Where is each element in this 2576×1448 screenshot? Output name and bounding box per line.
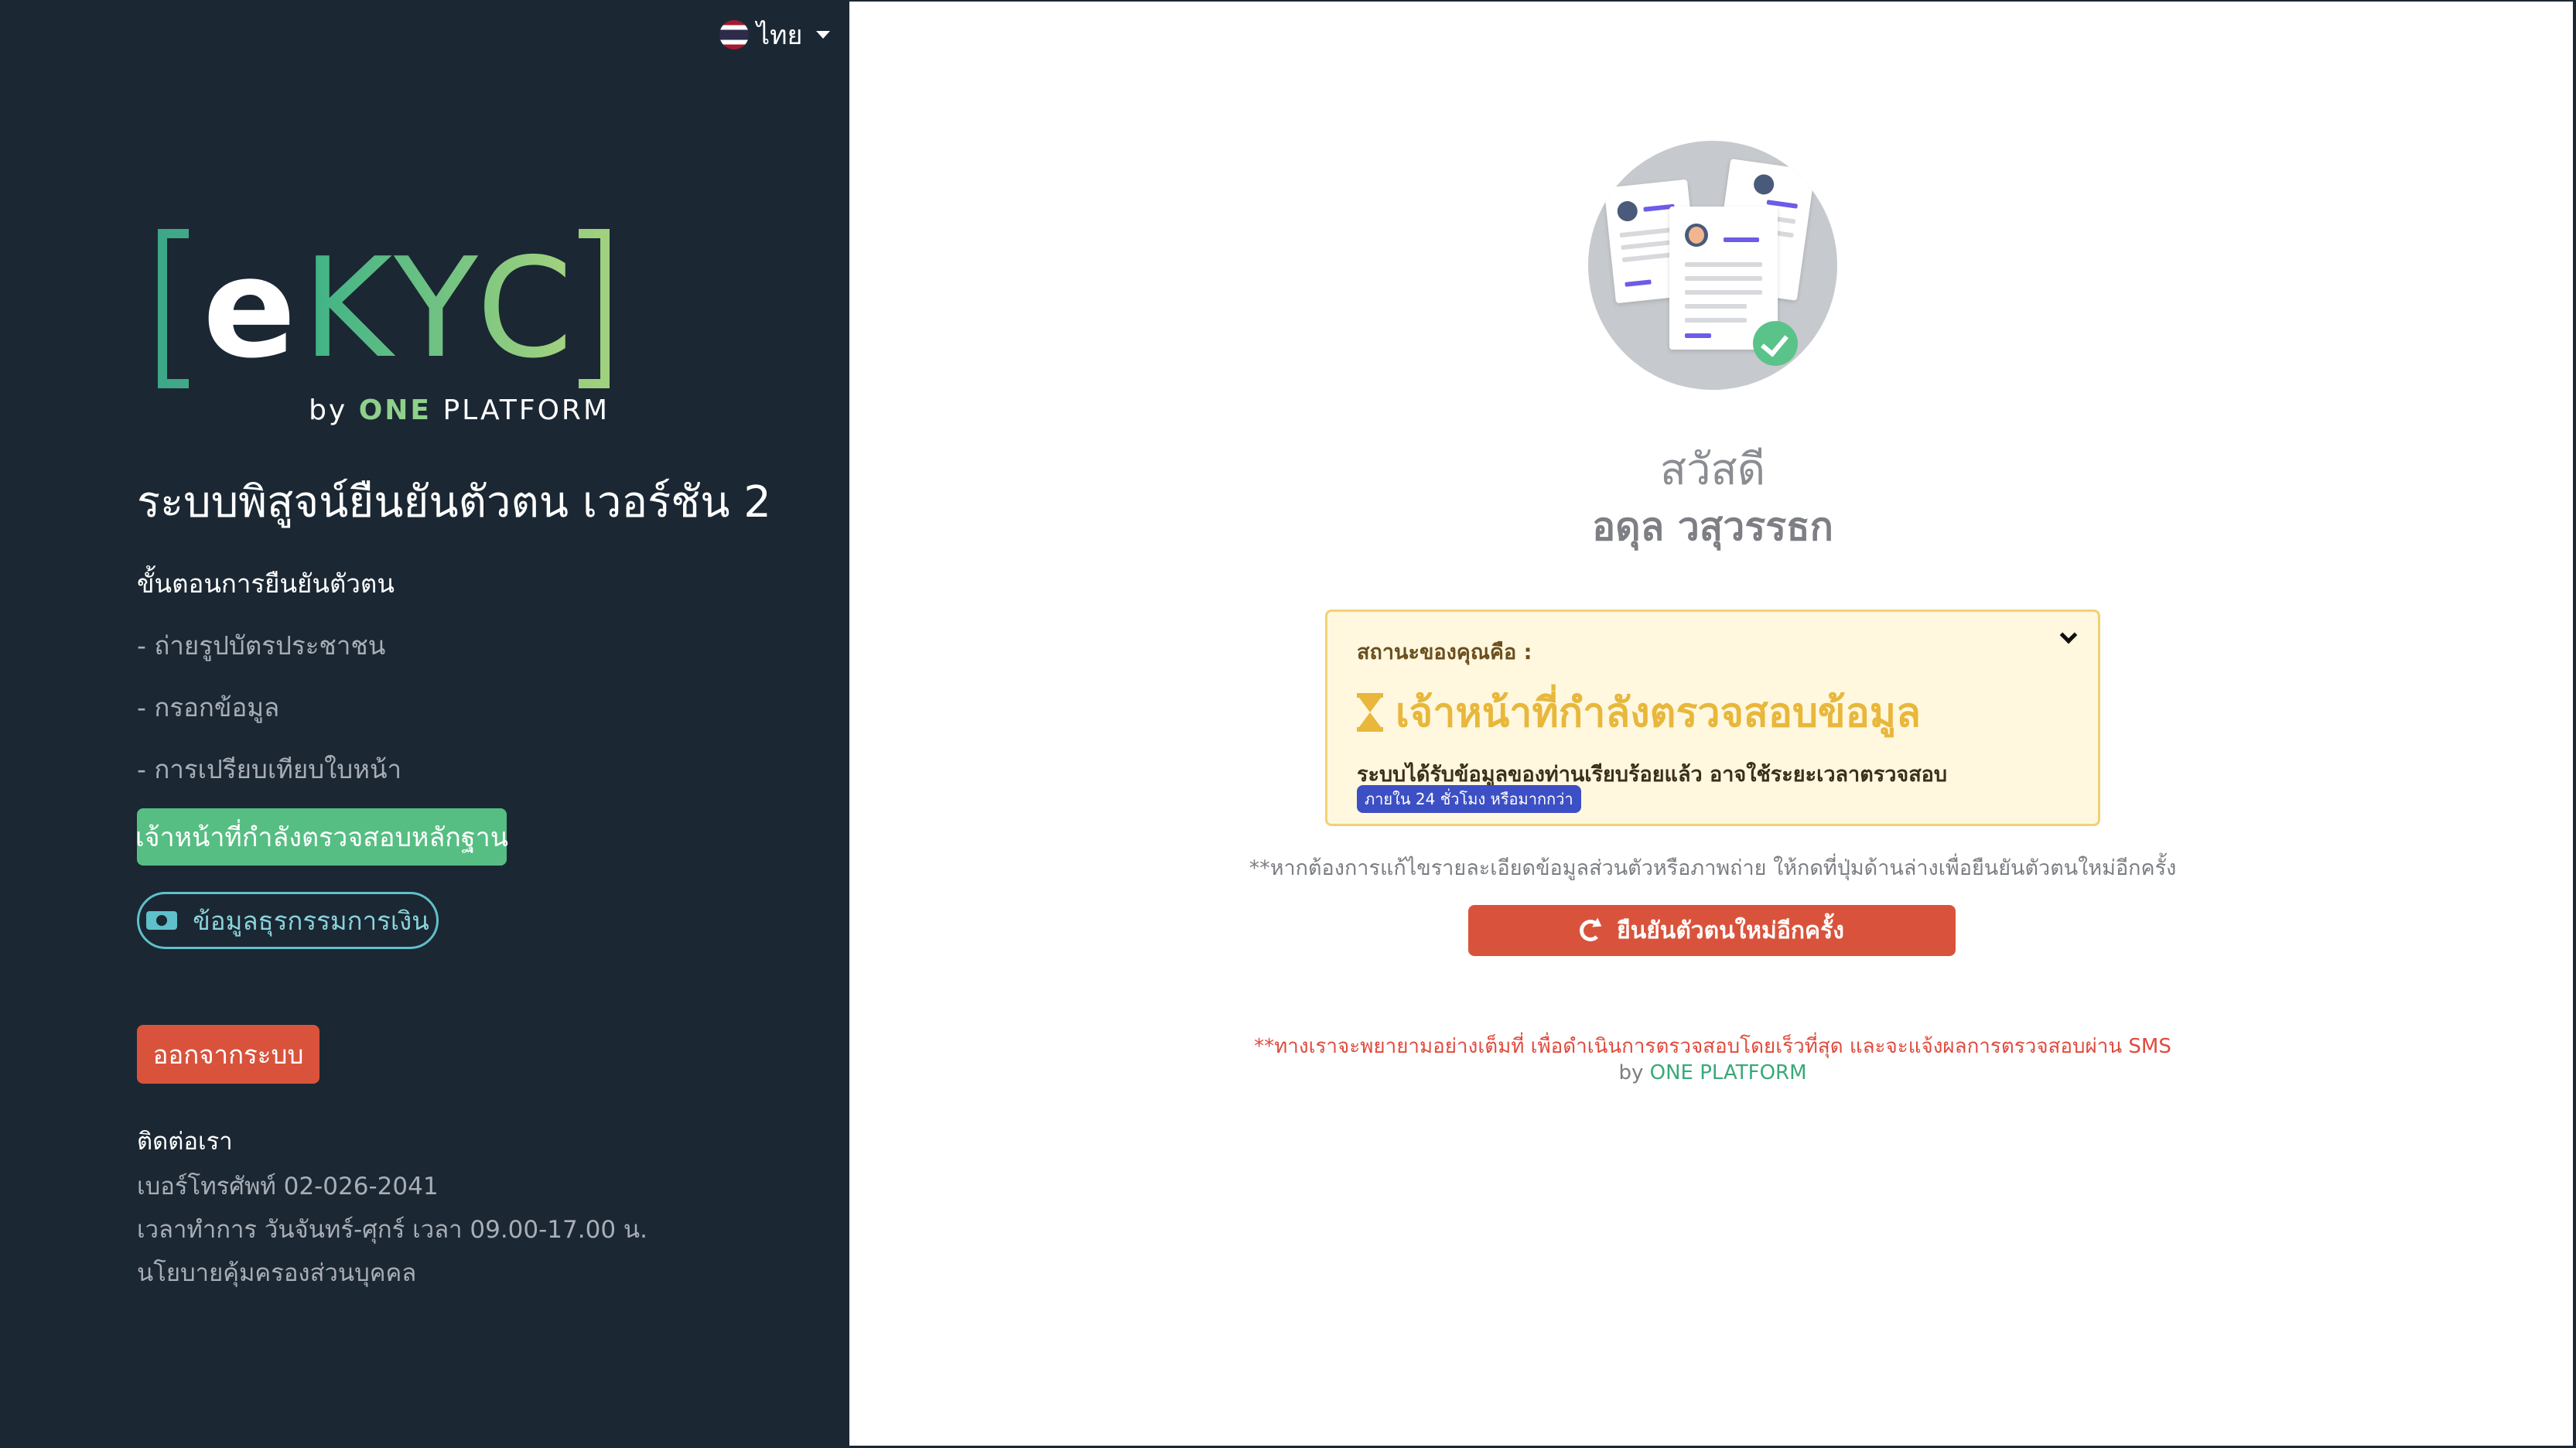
footer-notice: **ทางเราจะพยายามอย่างเต็มที่ เพื่อดำเนิน… bbox=[1254, 1035, 2171, 1058]
status-label: สถานะของคุณคือ : bbox=[1357, 640, 1532, 664]
hourglass-icon bbox=[1357, 692, 1383, 732]
language-selector[interactable]: ไทย bbox=[719, 14, 831, 56]
contact-title: ติดต่อเรา bbox=[137, 1128, 233, 1156]
documents-illustration bbox=[1588, 141, 1837, 390]
cash-icon bbox=[146, 911, 178, 930]
step-item: - การเปรียบเทียบใบหน้า bbox=[137, 754, 402, 784]
caret-down-icon bbox=[816, 31, 831, 39]
logo-platform-text: PLATFORM bbox=[442, 394, 610, 426]
ekyc-logo: e KYC by ONE PLATFORM bbox=[158, 218, 610, 433]
footer-brand: ONE PLATFORM bbox=[1649, 1061, 1807, 1084]
contact-hours: เวลาทำการ วันจันทร์-ศุกร์ เวลา 09.00-17.… bbox=[137, 1216, 647, 1244]
sidebar: ไทย e KYC by ONE PLATFORM ระบบพิสูจน์ยืนย… bbox=[0, 0, 849, 1448]
logout-button[interactable]: ออกจากระบบ bbox=[137, 1025, 319, 1084]
chevron-down-icon[interactable] bbox=[2059, 626, 2078, 644]
logo-by-text: by bbox=[309, 394, 348, 426]
edit-note: **หากต้องการแก้ไขรายละเอียดข้อมูลส่วนตัว… bbox=[1249, 856, 2177, 880]
re-verify-button[interactable]: ยืนยันตัวตนใหม่อีกครั้ง bbox=[1468, 905, 1956, 956]
language-label: ไทย bbox=[757, 20, 803, 51]
main-content: สวัสดี อดุล วสุวรรธก สถานะของคุณคือ : เจ… bbox=[849, 0, 2576, 1448]
logo-e: e bbox=[203, 228, 302, 388]
system-title: ระบบพิสูจน์ยืนยันตัวตน เวอร์ชัน 2 bbox=[137, 477, 771, 528]
logo-wordmark: e KYC bbox=[203, 229, 579, 388]
status-card[interactable]: สถานะของคุณคือ : เจ้าหน้าที่กำลังตรวจสอบ… bbox=[1325, 610, 2100, 826]
logo-kyc: KYC bbox=[302, 228, 579, 388]
footer-by: by bbox=[1618, 1061, 1644, 1084]
thailand-flag-icon bbox=[719, 20, 749, 50]
contact-phone: เบอร์โทรศัพท์ 02-026-2041 bbox=[137, 1173, 439, 1200]
logo-byline: by ONE PLATFORM bbox=[309, 394, 610, 426]
status-title-row: เจ้าหน้าที่กำลังตรวจสอบข้อมูล bbox=[1357, 680, 1921, 744]
finance-transactions-button[interactable]: ข้อมูลธุรกรรมการเงิน bbox=[137, 892, 439, 949]
logo-one-text: ONE bbox=[358, 394, 432, 426]
step-item: - กรอกข้อมูล bbox=[137, 692, 280, 722]
greeting: สวัสดี bbox=[1659, 445, 1766, 495]
steps-title: ขั้นตอนการยืนยันตัวตน bbox=[137, 569, 395, 599]
user-name: อดุล วสุวรรธก bbox=[1592, 504, 1833, 549]
status-pill: เจ้าหน้าที่กำลังตรวจสอบหลักฐาน bbox=[135, 808, 508, 866]
status-title: เจ้าหน้าที่กำลังตรวจสอบข้อมูล bbox=[1396, 690, 1921, 736]
re-verify-label: ยืนยันตัวตนใหม่อีกครั้ง bbox=[1617, 917, 1844, 944]
footer-byline: by ONE PLATFORM bbox=[849, 1061, 2576, 1084]
privacy-policy-link[interactable]: นโยบายคุ้มครองส่วนบุคคล bbox=[137, 1253, 416, 1292]
refresh-icon bbox=[1580, 920, 1602, 941]
finance-transactions-label: ข้อมูลธุรกรรมการเงิน bbox=[193, 905, 429, 936]
step-item: - ถ่ายรูปบัตรประชาชน bbox=[137, 630, 386, 661]
duration-badge: ภายใน 24 ชั่วโมง หรือมากกว่า bbox=[1357, 785, 1581, 813]
check-icon bbox=[1753, 321, 1798, 366]
